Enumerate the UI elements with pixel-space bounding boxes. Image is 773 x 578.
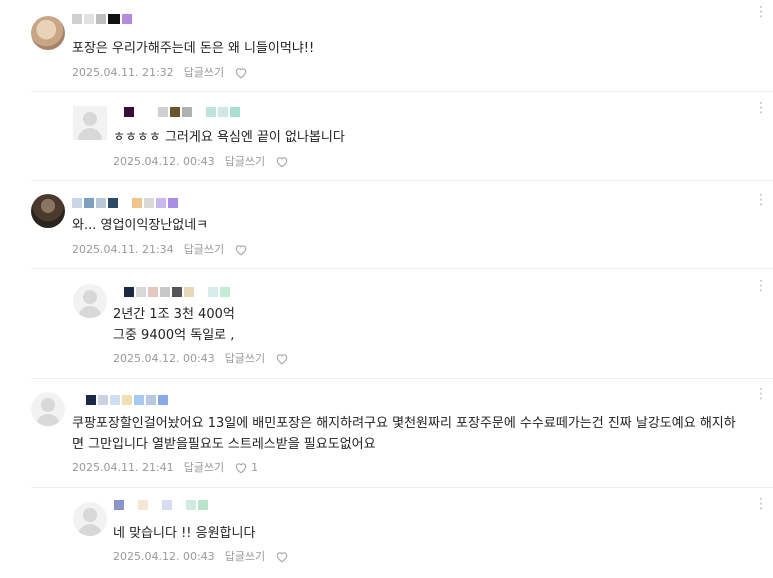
- avatar[interactable]: [31, 392, 65, 426]
- like-button[interactable]: [234, 243, 251, 256]
- reply-button[interactable]: 답글쓰기: [225, 350, 265, 366]
- reply-button[interactable]: 답글쓰기: [225, 548, 265, 564]
- like-button[interactable]: [234, 66, 251, 79]
- heart-outline-icon: [235, 244, 247, 255]
- comment-date: 2025.04.12. 00:43: [113, 549, 215, 563]
- divider: [31, 268, 773, 269]
- comment-text: 2년간 1조 3천 400억 그중 9400억 독일로 ,: [113, 307, 235, 343]
- like-button[interactable]: 1: [234, 461, 258, 474]
- avatar[interactable]: [73, 106, 107, 140]
- more-vertical-icon[interactable]: ⋮: [754, 387, 768, 401]
- heart-outline-icon: [235, 67, 247, 78]
- comment-text: 네 맞습니다 !! 응원합니다: [113, 526, 256, 541]
- comment-text: 포장은 우리가해주는데 돈은 왜 니들이먹냐!!: [72, 41, 315, 56]
- author-name-redacted[interactable]: [114, 500, 208, 510]
- divider: [31, 91, 773, 92]
- like-button[interactable]: [275, 352, 292, 365]
- comment-meta: 2025.04.12. 00:43 답글쓰기: [113, 153, 292, 169]
- comment-date: 2025.04.11. 21:41: [72, 460, 174, 474]
- avatar[interactable]: [31, 16, 65, 50]
- divider: [31, 180, 773, 181]
- author-name-redacted[interactable]: [72, 198, 178, 208]
- reply-button[interactable]: 답글쓰기: [184, 459, 224, 475]
- avatar[interactable]: [31, 194, 65, 228]
- divider: [31, 378, 773, 379]
- author-name-redacted[interactable]: [124, 107, 240, 117]
- like-button[interactable]: [275, 550, 292, 563]
- heart-outline-icon: [276, 353, 288, 364]
- heart-outline-icon: [276, 156, 288, 167]
- divider: [31, 487, 773, 488]
- comment-date: 2025.04.12. 00:43: [113, 154, 215, 168]
- comment-text: 쿠팡포장할인걸어놨어요 13일에 배민포장은 해지하려구요 몇천원짜리 포장주문…: [72, 416, 736, 452]
- author-name-redacted[interactable]: [124, 287, 230, 297]
- heart-outline-icon: [276, 551, 288, 562]
- more-vertical-icon[interactable]: ⋮: [754, 497, 768, 511]
- comment-meta: 2025.04.12. 00:43 답글쓰기: [113, 548, 292, 564]
- like-count: 1: [251, 460, 259, 474]
- reply-button[interactable]: 답글쓰기: [225, 153, 265, 169]
- comment-date: 2025.04.12. 00:43: [113, 351, 215, 365]
- comment-meta: 2025.04.11. 21:32 답글쓰기: [72, 64, 251, 80]
- heart-outline-icon: [235, 462, 247, 473]
- comment-meta: 2025.04.11. 21:34 답글쓰기: [72, 241, 251, 257]
- reply-button[interactable]: 답글쓰기: [184, 241, 224, 257]
- comment-text: ㅎㅎㅎㅎ 그러게요 욕심엔 끝이 없나봅니다: [113, 130, 345, 145]
- comment-meta: 2025.04.11. 21:41 답글쓰기 1: [72, 459, 258, 475]
- more-vertical-icon[interactable]: ⋮: [754, 279, 768, 293]
- author-name-redacted[interactable]: [72, 14, 132, 24]
- comment-date: 2025.04.11. 21:34: [72, 242, 174, 256]
- author-name-redacted[interactable]: [86, 395, 168, 405]
- reply-button[interactable]: 답글쓰기: [184, 64, 224, 80]
- more-vertical-icon[interactable]: ⋮: [754, 193, 768, 207]
- comment-meta: 2025.04.12. 00:43 답글쓰기: [113, 350, 292, 366]
- avatar[interactable]: [73, 502, 107, 536]
- like-button[interactable]: [275, 155, 292, 168]
- more-vertical-icon[interactable]: ⋮: [754, 101, 768, 115]
- comment-text: 와... 영업이익장난없네ㅋ: [72, 218, 209, 233]
- avatar[interactable]: [73, 284, 107, 318]
- more-vertical-icon[interactable]: ⋮: [754, 5, 768, 19]
- comment-date: 2025.04.11. 21:32: [72, 65, 174, 79]
